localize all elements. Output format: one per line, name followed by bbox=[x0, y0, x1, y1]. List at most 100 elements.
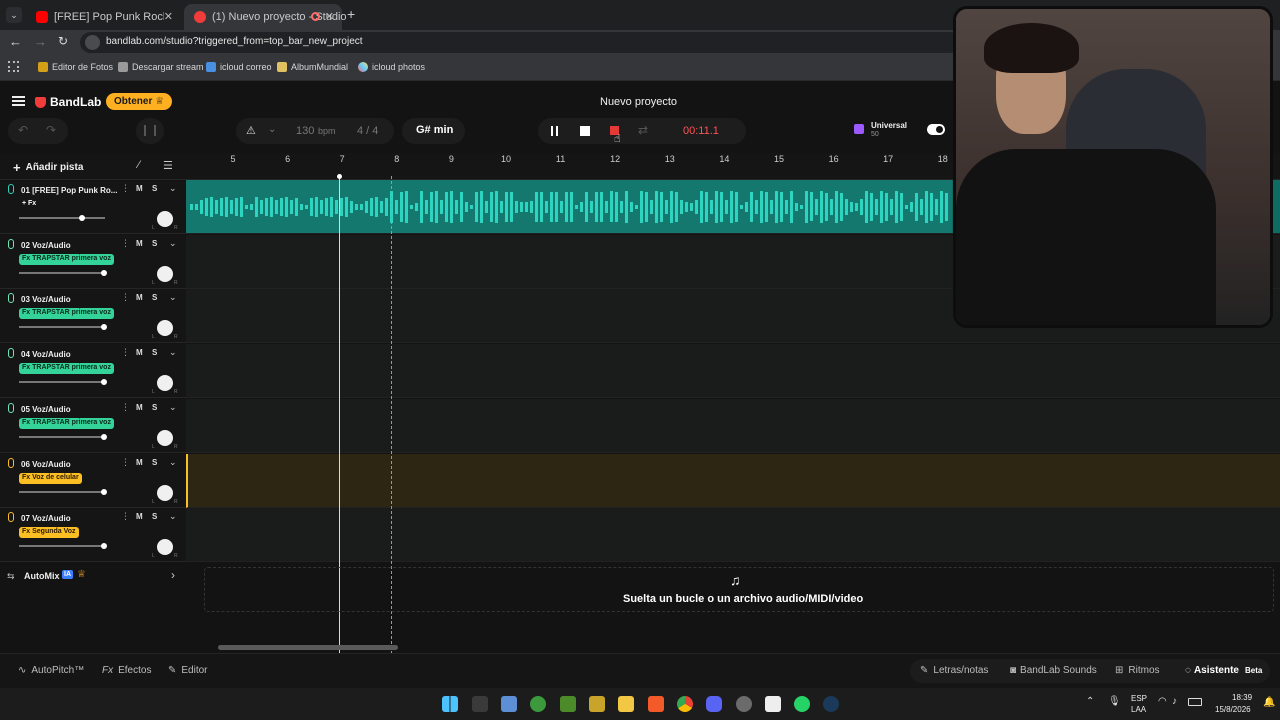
menu-icon[interactable] bbox=[12, 96, 25, 106]
volume-slider-knob[interactable] bbox=[79, 215, 85, 221]
close-tab-icon[interactable]: ✕ bbox=[164, 10, 173, 23]
solo-button[interactable]: S bbox=[152, 184, 157, 193]
track-name[interactable]: 01 [FREE] Pop Punk Ro... bbox=[21, 186, 117, 195]
pan-knob[interactable] bbox=[157, 429, 173, 446]
playhead-handle[interactable] bbox=[337, 174, 342, 179]
lang-indicator[interactable]: ESP bbox=[1131, 694, 1147, 703]
universal-toggle[interactable] bbox=[927, 124, 945, 135]
settings-sliders-icon[interactable]: ☰ bbox=[163, 159, 173, 172]
reload-icon[interactable]: ↻ bbox=[58, 34, 68, 48]
discord-icon[interactable] bbox=[706, 696, 722, 712]
track-name[interactable]: 04 Voz/Audio bbox=[21, 350, 71, 359]
fx-chip[interactable]: Fx TRAPSTAR primera voz bbox=[19, 363, 114, 375]
bookmark-album-mundial[interactable]: AlbumMundial bbox=[277, 62, 348, 72]
new-tab-button[interactable]: + bbox=[347, 6, 355, 22]
mute-button[interactable]: M bbox=[136, 458, 143, 467]
track-name[interactable]: 03 Voz/Audio bbox=[21, 295, 71, 304]
track-lane[interactable] bbox=[186, 508, 1280, 563]
mute-button[interactable]: M bbox=[136, 403, 143, 412]
project-title[interactable]: Nuevo proyecto bbox=[600, 96, 677, 108]
volume-slider[interactable] bbox=[19, 545, 105, 548]
volume-slider-knob[interactable] bbox=[101, 269, 107, 276]
drop-zone[interactable]: ♫ Suelta un bucle o un archivo audio/MID… bbox=[204, 567, 1274, 612]
mute-button[interactable]: M bbox=[136, 293, 143, 302]
track-header[interactable]: 04 Voz/Audio ⋮ M S ⌄ Fx TRAPSTAR primera voz L… bbox=[0, 344, 186, 399]
track-name[interactable]: 07 Voz/Audio bbox=[21, 514, 71, 523]
magic-wand-icon[interactable]: ⁄ bbox=[138, 159, 140, 171]
whatsapp-icon[interactable] bbox=[794, 696, 810, 712]
add-track-button[interactable]: + Añadir pista bbox=[13, 160, 83, 175]
more-icon[interactable]: ⋮ bbox=[121, 457, 130, 468]
volume-slider-knob[interactable] bbox=[101, 488, 107, 495]
more-icon[interactable]: ⋮ bbox=[121, 183, 130, 194]
solo-button[interactable]: S bbox=[152, 239, 157, 248]
game-icon[interactable] bbox=[589, 696, 605, 712]
track-name[interactable]: 05 Voz/Audio bbox=[21, 405, 71, 414]
chevron-down-icon[interactable]: ⌄ bbox=[169, 457, 177, 468]
battery-icon[interactable] bbox=[1188, 698, 1202, 706]
chevron-down-icon[interactable]: ⌄ bbox=[268, 124, 276, 135]
metronome-icon[interactable]: ⚠ bbox=[246, 124, 256, 137]
brave-icon[interactable] bbox=[648, 696, 664, 712]
pan-knob[interactable] bbox=[157, 265, 173, 282]
automix-row[interactable]: ⇆ AutoMix IA ♕ › bbox=[0, 562, 186, 590]
chrome-icon[interactable] bbox=[677, 696, 693, 712]
windows-start-icon[interactable] bbox=[442, 696, 458, 712]
time-signature[interactable]: 4 / 4 bbox=[357, 125, 378, 137]
mute-button[interactable]: M bbox=[136, 239, 143, 248]
pan-knob[interactable] bbox=[157, 211, 173, 227]
volume-slider[interactable] bbox=[19, 217, 105, 219]
wifi-icon[interactable]: ◠ bbox=[1158, 696, 1167, 707]
tray-chevron-icon[interactable]: ⌃ bbox=[1086, 696, 1094, 707]
mic-tray-icon[interactable]: 🎙 bbox=[1108, 696, 1121, 707]
more-icon[interactable]: ⋮ bbox=[121, 292, 130, 303]
track-header[interactable]: 02 Voz/Audio ⋮ M S ⌄ Fx TRAPSTAR primera voz L… bbox=[0, 234, 186, 289]
close-tab-icon[interactable]: ✕ bbox=[325, 10, 334, 23]
lyrics-button[interactable]: ✎ Letras/notas bbox=[920, 665, 988, 676]
chevron-down-icon[interactable]: ⌄ bbox=[169, 292, 177, 303]
fx-chip[interactable]: + Fx bbox=[19, 199, 39, 210]
stop-icon[interactable] bbox=[580, 126, 590, 136]
effects-button[interactable]: Fx Efectos bbox=[102, 665, 151, 676]
more-icon[interactable]: ⋮ bbox=[121, 347, 130, 358]
tab-list-button[interactable]: ⌄ bbox=[6, 7, 22, 23]
clock-time[interactable]: 18:39 bbox=[1232, 693, 1252, 702]
chevron-down-icon[interactable]: ⌄ bbox=[169, 402, 177, 413]
steam-icon[interactable] bbox=[823, 696, 839, 712]
more-icon[interactable]: ⋮ bbox=[121, 511, 130, 522]
chevron-down-icon[interactable]: ⌄ bbox=[169, 511, 177, 522]
redo-icon[interactable]: ↷ bbox=[46, 123, 56, 137]
track-header[interactable]: 01 [FREE] Pop Punk Ro... ⋮ M S ⌄ + Fx L R bbox=[0, 180, 186, 234]
volume-slider-knob[interactable] bbox=[101, 324, 107, 331]
mute-button[interactable]: M bbox=[136, 184, 143, 193]
fx-chip[interactable]: Fx TRAPSTAR primera voz bbox=[19, 253, 114, 265]
solo-button[interactable]: S bbox=[152, 458, 157, 467]
mute-button[interactable]: M bbox=[136, 348, 143, 357]
volume-slider[interactable] bbox=[19, 326, 105, 329]
assistant-button[interactable]: ◌ Asistente Beta bbox=[1185, 665, 1262, 676]
mic-icon[interactable] bbox=[8, 512, 14, 523]
xbox-icon[interactable] bbox=[530, 696, 546, 712]
autopitch-button[interactable]: ∿ AutoPitch™ bbox=[18, 665, 84, 676]
mixer-button[interactable] bbox=[136, 118, 164, 144]
fx-chip[interactable]: Fx TRAPSTAR primera voz bbox=[19, 417, 114, 429]
mute-button[interactable]: M bbox=[136, 512, 143, 521]
track-lane[interactable] bbox=[186, 344, 1280, 399]
mic-icon[interactable] bbox=[8, 348, 14, 359]
track-name[interactable]: 06 Voz/Audio bbox=[21, 460, 71, 469]
bookmark-icloud-photos[interactable]: icloud photos bbox=[358, 62, 425, 72]
bandlab-logo[interactable]: BandLab bbox=[35, 95, 101, 109]
track-lane[interactable] bbox=[186, 453, 1280, 508]
undo-icon[interactable]: ↶ bbox=[18, 123, 28, 137]
bookmark-editor-fotos[interactable]: Editor de Fotos bbox=[38, 62, 113, 72]
volume-slider[interactable] bbox=[19, 435, 105, 438]
file-explorer-icon[interactable] bbox=[618, 696, 634, 712]
key-button[interactable]: G# min bbox=[402, 118, 465, 144]
loop-icon[interactable]: ⇄ bbox=[638, 123, 648, 137]
editor-button[interactable]: ✎ Editor bbox=[168, 665, 208, 676]
volume-slider[interactable] bbox=[19, 271, 105, 274]
solo-button[interactable]: S bbox=[152, 293, 157, 302]
waveform-region[interactable] bbox=[186, 180, 952, 233]
volume-slider-knob[interactable] bbox=[101, 379, 107, 386]
track-header[interactable]: 05 Voz/Audio ⋮ M S ⌄ Fx TRAPSTAR primera voz L… bbox=[0, 398, 186, 453]
